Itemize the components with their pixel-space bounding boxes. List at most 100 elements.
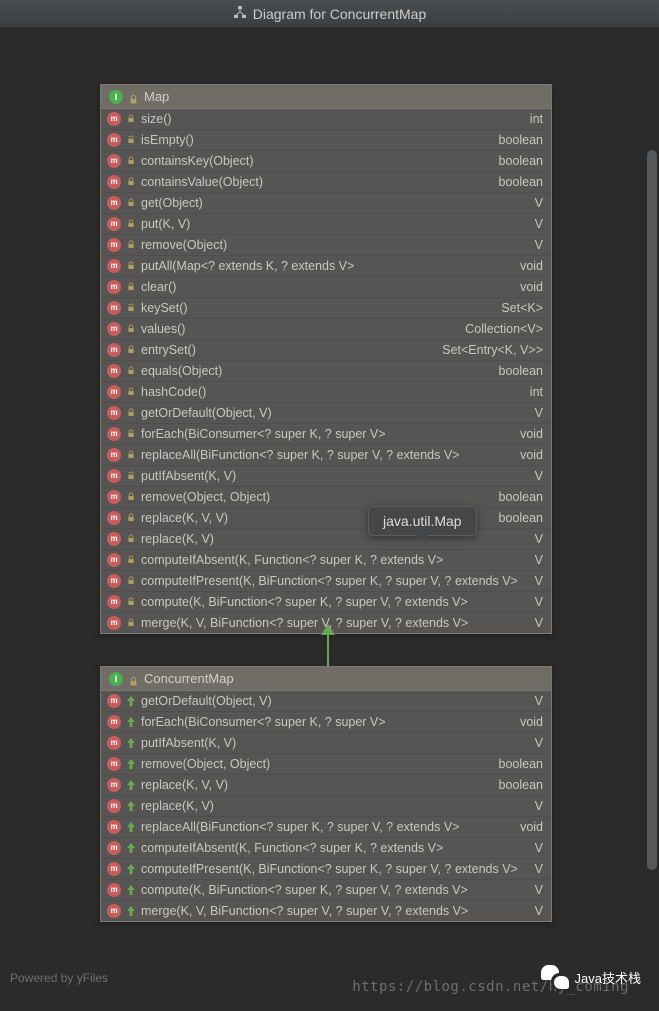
method-row[interactable]: misEmpty()boolean [101,129,551,150]
lock-icon [127,597,135,607]
lock-icon [127,576,135,586]
method-row[interactable]: mreplaceAll(BiFunction<? super K, ? supe… [101,444,551,465]
method-icon: m [107,883,121,897]
method-signature: keySet() [141,300,487,316]
method-signature: put(K, V) [141,216,521,232]
method-row[interactable]: mputIfAbsent(K, V)V [101,732,551,753]
method-icon: m [107,904,121,918]
inheritance-arrow-head [321,624,335,635]
method-row[interactable]: mentrySet()Set<Entry<K, V>> [101,339,551,360]
override-icon [127,801,135,811]
method-signature: forEach(BiConsumer<? super K, ? super V> [141,426,506,442]
class-box-concurrentmap[interactable]: IConcurrentMapmgetOrDefault(Object, V)Vm… [100,666,552,922]
method-icon: m [107,616,121,630]
method-row[interactable]: mcomputeIfAbsent(K, Function<? super K, … [101,837,551,858]
method-signature: compute(K, BiFunction<? super K, ? super… [141,882,521,898]
method-row[interactable]: mreplace(K, V, V)boolean [101,774,551,795]
method-return-type: boolean [491,756,544,772]
method-return-type: V [527,552,543,568]
method-icon: m [107,595,121,609]
method-row[interactable]: msize()int [101,109,551,129]
method-row[interactable]: mreplace(K, V)V [101,795,551,816]
method-row[interactable]: mget(Object)V [101,192,551,213]
method-row[interactable]: mgetOrDefault(Object, V)V [101,691,551,711]
override-icon [127,906,135,916]
method-signature: remove(Object) [141,237,521,253]
diagram-canvas[interactable]: IMapmsize()intmisEmpty()booleanmcontains… [0,28,659,1011]
method-return-type: boolean [491,132,544,148]
method-row[interactable]: mgetOrDefault(Object, V)V [101,402,551,423]
method-row[interactable]: mreplaceAll(BiFunction<? super K, ? supe… [101,816,551,837]
method-row[interactable]: mreplace(K, V)V [101,528,551,549]
method-signature: computeIfPresent(K, BiFunction<? super K… [141,573,521,589]
method-signature: equals(Object) [141,363,485,379]
method-return-type: boolean [491,777,544,793]
method-return-type: int [522,111,543,127]
class-header[interactable]: IMap [101,85,551,109]
lock-icon [127,177,135,187]
method-row[interactable]: m remove(Object, Object) boolean [101,486,551,507]
method-signature: size() [141,111,516,127]
lock-icon [127,324,135,334]
method-icon: m [107,343,121,357]
method-icon: m [107,490,121,504]
override-icon [127,738,135,748]
method-return-type: boolean [491,489,544,505]
method-row[interactable]: mvalues()Collection<V> [101,318,551,339]
lock-icon [127,513,135,523]
lock-icon [129,92,138,101]
method-row[interactable]: mcontainsKey(Object)boolean [101,150,551,171]
method-row[interactable]: mremove(Object, Object)boolean [101,753,551,774]
lock-icon [127,219,135,229]
method-row[interactable]: mforEach(BiConsumer<? super K, ? super V… [101,711,551,732]
method-return-type: boolean [491,174,544,190]
powered-by-label: Powered by yFiles [10,971,108,985]
method-row[interactable]: mremove(Object)V [101,234,551,255]
method-row[interactable]: mcomputeIfPresent(K, BiFunction<? super … [101,858,551,879]
method-row[interactable]: mputAll(Map<? extends K, ? extends V>voi… [101,255,551,276]
class-header[interactable]: IConcurrentMap [101,667,551,691]
lock-icon [127,471,135,481]
override-icon [127,864,135,874]
lock-icon [127,387,135,397]
method-row[interactable]: mput(K, V)V [101,213,551,234]
class-box-map[interactable]: IMapmsize()intmisEmpty()booleanmcontains… [100,84,552,634]
method-row[interactable]: m compute(K, BiFunction<? super K, ? supe… [101,879,551,900]
vertical-scrollbar-thumb[interactable] [647,150,657,870]
method-row[interactable]: mcomputeIfPresent(K, BiFunction<? super … [101,570,551,591]
method-icon: m [107,280,121,294]
method-signature: remove(Object, Object) [141,489,485,505]
method-signature: replace(K, V) [141,798,521,814]
method-return-type: int [522,384,543,400]
method-row[interactable]: mcomputeIfAbsent(K, Function<? super K, … [101,549,551,570]
method-signature: isEmpty() [141,132,485,148]
method-row[interactable]: mcontainsValue(Object)boolean [101,171,551,192]
method-return-type: V [527,195,543,211]
interface-icon: I [109,672,123,686]
wechat-watermark: Java技术栈 [541,965,641,989]
method-signature: getOrDefault(Object, V) [141,693,521,709]
method-row[interactable]: mputIfAbsent(K, V)V [101,465,551,486]
method-row[interactable]: mclear()void [101,276,551,297]
method-row[interactable]: mmerge(K, V, BiFunction<? super V, ? sup… [101,900,551,921]
method-return-type: V [527,615,543,631]
method-signature: putAll(Map<? extends K, ? extends V> [141,258,506,274]
method-row[interactable]: mequals(Object)boolean [101,360,551,381]
method-icon: m [107,448,121,462]
method-row[interactable]: mhashCode()int [101,381,551,402]
method-return-type: boolean [491,510,544,526]
method-return-type: V [527,882,543,898]
method-row[interactable]: mkeySet()Set<K> [101,297,551,318]
method-row[interactable]: mcompute(K, BiFunction<? super K, ? supe… [101,591,551,612]
lock-icon [127,366,135,376]
method-return-type: Set<K> [493,300,543,316]
method-return-type: V [527,903,543,919]
method-return-type: void [512,258,543,274]
method-row[interactable]: mreplace(K, V, V)boolean [101,507,551,528]
method-signature: computeIfAbsent(K, Function<? super K, ?… [141,552,521,568]
lock-icon [127,261,135,271]
method-row[interactable]: m forEach(BiConsumer<? super K, ? super V… [101,423,551,444]
method-icon: m [107,757,121,771]
override-icon [127,843,135,853]
method-icon: m [107,427,121,441]
